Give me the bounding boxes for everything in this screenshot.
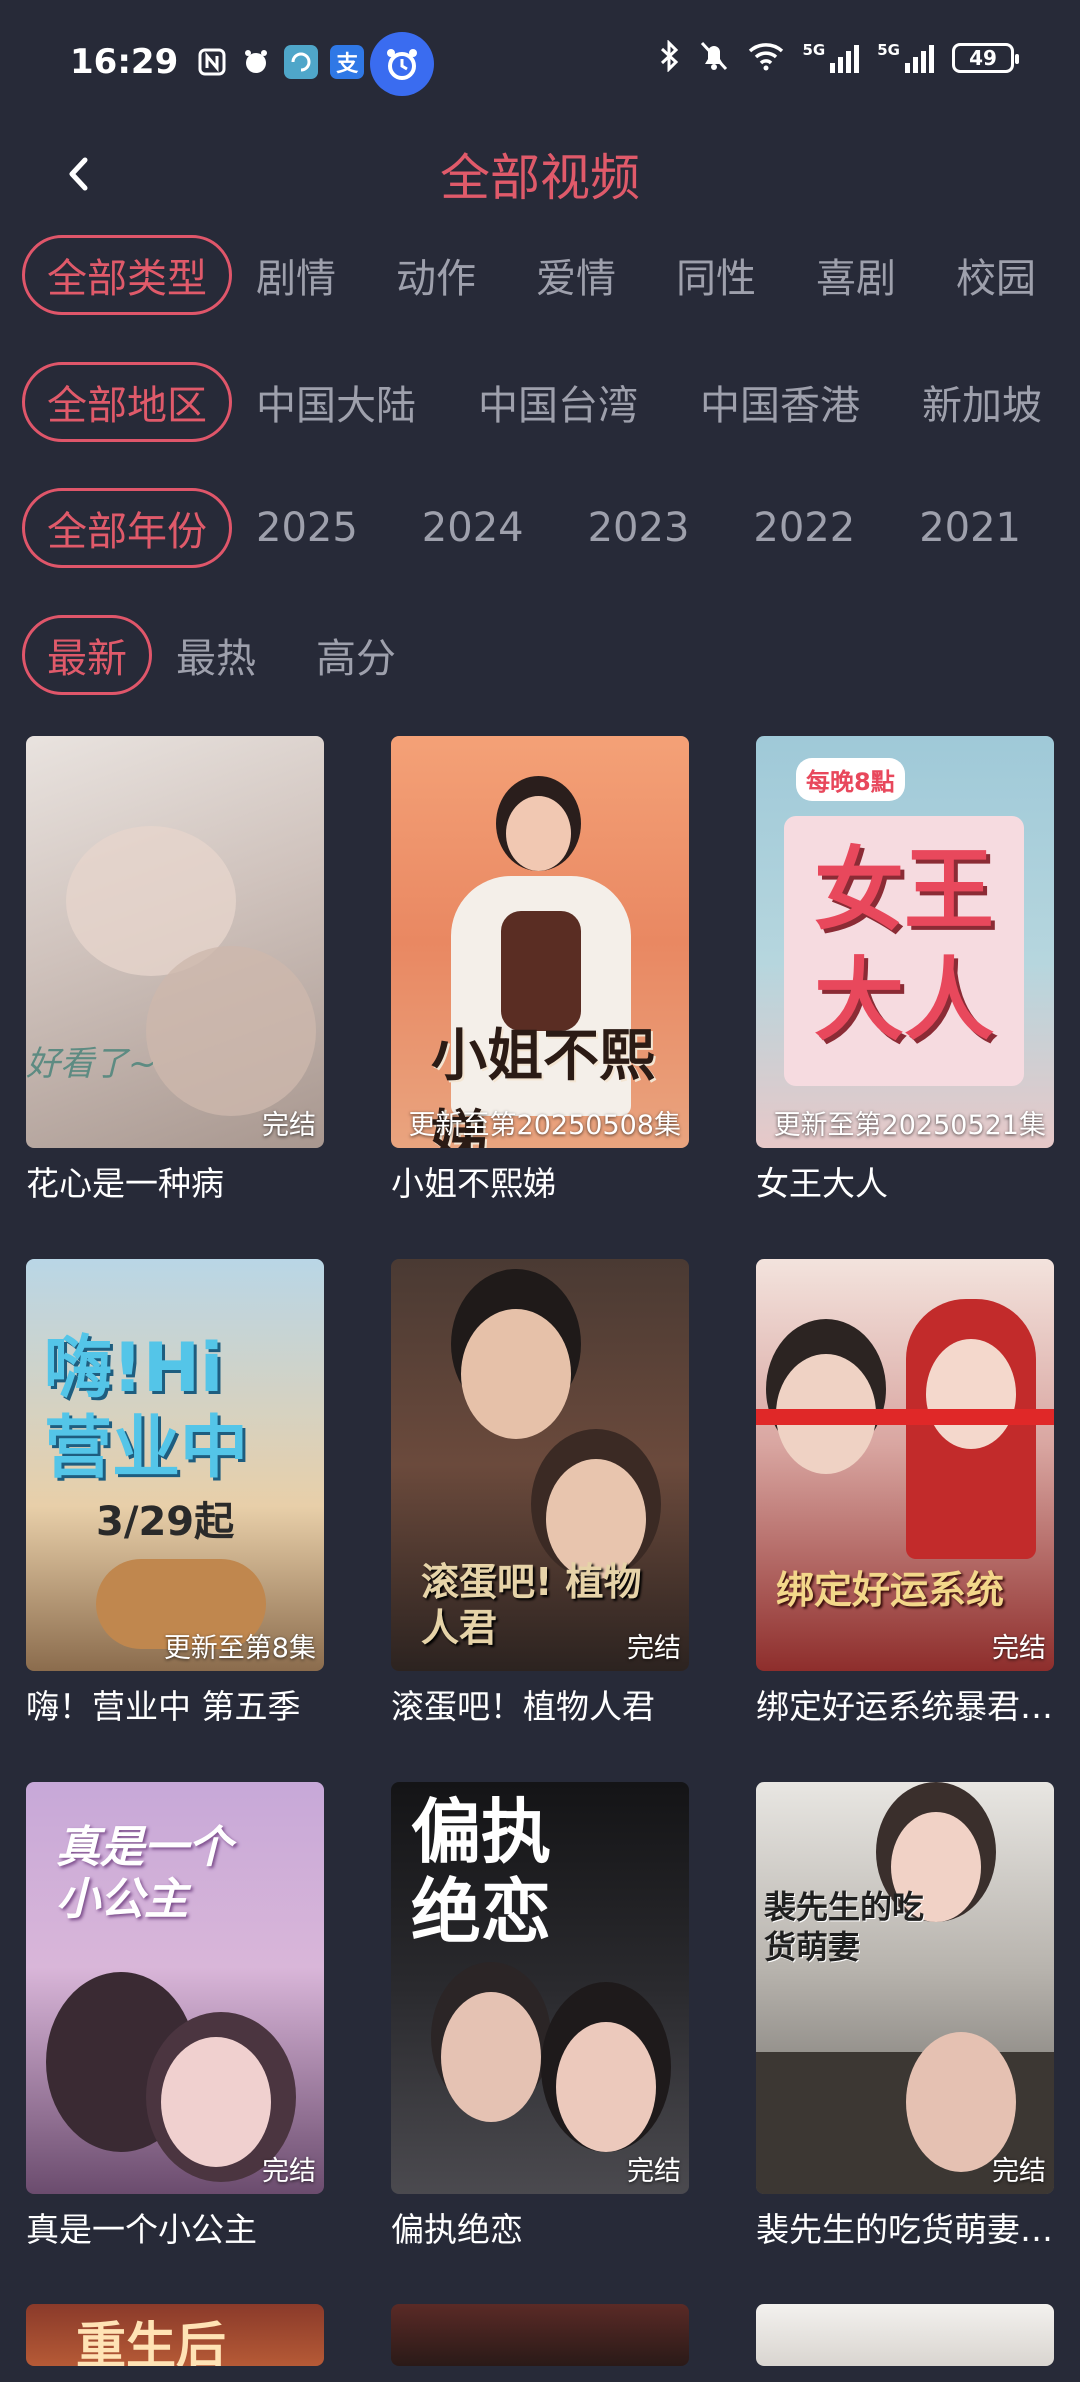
filter-option-region[interactable]: 中国大陆 bbox=[256, 373, 416, 431]
poster-text: 偏执绝恋 bbox=[411, 1791, 551, 1953]
video-card[interactable]: 好看了~ 完结 花心是一种病 bbox=[26, 736, 324, 1206]
video-poster[interactable]: 绑定好运系统 完结 bbox=[756, 1259, 1054, 1671]
video-poster[interactable]: 小姐不熙娣 更新至第20250508集 bbox=[391, 736, 689, 1148]
filter-row-type: 全部类型 剧情 动作 爱情 同性 喜剧 校园 bbox=[22, 234, 1080, 316]
filter-option-year[interactable]: 2022 bbox=[753, 505, 855, 551]
sort-option-hottest[interactable]: 最热 bbox=[176, 626, 256, 684]
video-title[interactable]: 滚蛋吧！植物人君 bbox=[391, 1685, 689, 1729]
video-card[interactable]: 重生后 bbox=[26, 2304, 324, 2366]
video-card[interactable]: 滚蛋吧! 植物人君 完结 滚蛋吧！植物人君 bbox=[391, 1259, 689, 1729]
video-title[interactable]: 花心是一种病 bbox=[26, 1162, 324, 1206]
video-title[interactable]: 真是一个小公主 bbox=[26, 2208, 324, 2252]
filter-option-region[interactable]: 中国香港 bbox=[700, 373, 860, 431]
video-title[interactable]: 小姐不熙娣 bbox=[391, 1162, 689, 1206]
battery-icon: 49 bbox=[952, 43, 1019, 73]
status-badge: 完结 bbox=[627, 2156, 681, 2187]
status-time: 16:29 bbox=[70, 42, 179, 82]
video-card[interactable] bbox=[756, 2304, 1054, 2366]
alarm-clock-icon[interactable] bbox=[370, 32, 434, 96]
status-badge: 更新至第20250521集 bbox=[773, 1110, 1046, 1141]
filter-option-region[interactable]: 中国台湾 bbox=[478, 373, 638, 431]
filter-row-sort: 最新 最热 高分 bbox=[22, 614, 1080, 696]
video-poster[interactable] bbox=[756, 2304, 1054, 2366]
video-poster[interactable]: 偏执绝恋 完结 bbox=[391, 1782, 689, 2194]
filter-option-year[interactable]: 2025 bbox=[256, 505, 358, 551]
video-title[interactable]: 绑定好运系统暴君独宠我一人 bbox=[756, 1685, 1054, 1729]
video-title[interactable]: 嗨！营业中 第五季 bbox=[26, 1685, 324, 1729]
filter-option-type[interactable]: 动作 bbox=[396, 246, 476, 304]
video-card[interactable]: 绑定好运系统 完结 绑定好运系统暴君独宠我一人 bbox=[756, 1259, 1054, 1729]
alarm-icon bbox=[240, 46, 272, 78]
filter-row-year: 全部年份 2025 2024 2023 2022 2021 2020 bbox=[22, 487, 1080, 569]
status-badge: 完结 bbox=[262, 1110, 316, 1141]
status-badge: 完结 bbox=[992, 2156, 1046, 2187]
filter-option-year[interactable]: 2023 bbox=[588, 505, 690, 551]
video-poster[interactable]: 每晚8點 女王大人 更新至第20250521集 bbox=[756, 736, 1054, 1148]
video-card[interactable]: 偏执绝恋 完结 偏执绝恋 bbox=[391, 1782, 689, 2252]
video-poster[interactable]: 嗨!Hi 营业中 3/29起 更新至第8集 bbox=[26, 1259, 324, 1671]
filter-option-year[interactable]: 2021 bbox=[919, 505, 1021, 551]
status-bar: 16:29 支 5G 5G 49 bbox=[0, 0, 1080, 124]
video-poster[interactable]: 好看了~ 完结 bbox=[26, 736, 324, 1148]
poster-text: 真是一个小公主 bbox=[56, 1822, 232, 1925]
video-card[interactable]: 真是一个小公主 完结 真是一个小公主 bbox=[26, 1782, 324, 2252]
filter-chip-all-types[interactable]: 全部类型 bbox=[22, 235, 232, 315]
video-card[interactable]: 裴先生的吃货萌妻 完结 裴先生的吃货萌妻有喜啦 bbox=[756, 1782, 1054, 2252]
nfc-icon bbox=[196, 46, 228, 78]
video-poster[interactable]: 重生后 bbox=[26, 2304, 324, 2366]
alipay-icon: 支 bbox=[330, 45, 365, 79]
filter-row-region: 全部地区 中国大陆 中国台湾 中国香港 新加坡 bbox=[22, 361, 1080, 443]
video-card[interactable]: 每晚8點 女王大人 更新至第20250521集 女王大人 bbox=[756, 736, 1054, 1206]
filter-chip-all-years[interactable]: 全部年份 bbox=[22, 488, 232, 568]
poster-text: 裴先生的吃货萌妻 bbox=[764, 1888, 925, 1966]
video-card[interactable] bbox=[391, 2304, 689, 2366]
video-poster[interactable]: 滚蛋吧! 植物人君 完结 bbox=[391, 1259, 689, 1671]
poster-text: 重生后 bbox=[76, 2317, 226, 2366]
filter-option-region[interactable]: 新加坡 bbox=[922, 373, 1042, 431]
filter-option-type[interactable]: 同性 bbox=[676, 246, 756, 304]
poster-text: 好看了~ bbox=[26, 1044, 157, 1084]
video-poster[interactable]: 真是一个小公主 完结 bbox=[26, 1782, 324, 2194]
video-title[interactable]: 裴先生的吃货萌妻有喜啦 bbox=[756, 2208, 1054, 2252]
video-card[interactable]: 嗨!Hi 营业中 3/29起 更新至第8集 嗨！营业中 第五季 bbox=[26, 1259, 324, 1729]
poster-text: 女王大人 bbox=[814, 838, 994, 1053]
filter-option-type[interactable]: 喜剧 bbox=[816, 246, 896, 304]
page-title: 全部视频 bbox=[440, 149, 640, 207]
mute-bell-icon bbox=[699, 40, 729, 76]
status-badge: 完结 bbox=[627, 1633, 681, 1664]
poster-text: 滚蛋吧! 植物人君 bbox=[421, 1560, 642, 1650]
sort-chip-latest[interactable]: 最新 bbox=[22, 615, 152, 695]
app-notification-icon bbox=[284, 45, 319, 79]
sort-option-top-rated[interactable]: 高分 bbox=[316, 626, 396, 684]
filter-chip-all-regions[interactable]: 全部地区 bbox=[22, 362, 232, 442]
signal-icon-1: 5G bbox=[803, 43, 860, 73]
filter-option-type[interactable]: 爱情 bbox=[536, 246, 616, 304]
status-badge: 完结 bbox=[262, 2156, 316, 2187]
video-title[interactable]: 女王大人 bbox=[756, 1162, 1054, 1206]
bluetooth-icon bbox=[659, 39, 681, 76]
filter-option-type[interactable]: 剧情 bbox=[256, 246, 336, 304]
filter-option-type[interactable]: 校园 bbox=[956, 246, 1036, 304]
status-badge: 完结 bbox=[992, 1633, 1046, 1664]
video-title[interactable]: 偏执绝恋 bbox=[391, 2208, 689, 2252]
status-badge: 更新至第20250508集 bbox=[408, 1110, 681, 1141]
poster-text: 嗨!Hi 营业中 bbox=[44, 1329, 249, 1488]
page-header: 全部视频 bbox=[0, 124, 1080, 224]
video-poster[interactable] bbox=[391, 2304, 689, 2366]
video-poster[interactable]: 裴先生的吃货萌妻 完结 bbox=[756, 1782, 1054, 2194]
status-badge: 更新至第8集 bbox=[163, 1633, 316, 1664]
filter-option-year[interactable]: 2024 bbox=[422, 505, 524, 551]
poster-subtext: 3/29起 bbox=[96, 1499, 235, 1545]
wifi-icon bbox=[747, 41, 785, 75]
signal-icon-2: 5G bbox=[877, 43, 934, 73]
video-card[interactable]: 小姐不熙娣 更新至第20250508集 小姐不熙娣 bbox=[391, 736, 689, 1206]
poster-subtext: 每晚8點 bbox=[796, 758, 905, 801]
poster-text: 绑定好运系统 bbox=[776, 1568, 1005, 1612]
